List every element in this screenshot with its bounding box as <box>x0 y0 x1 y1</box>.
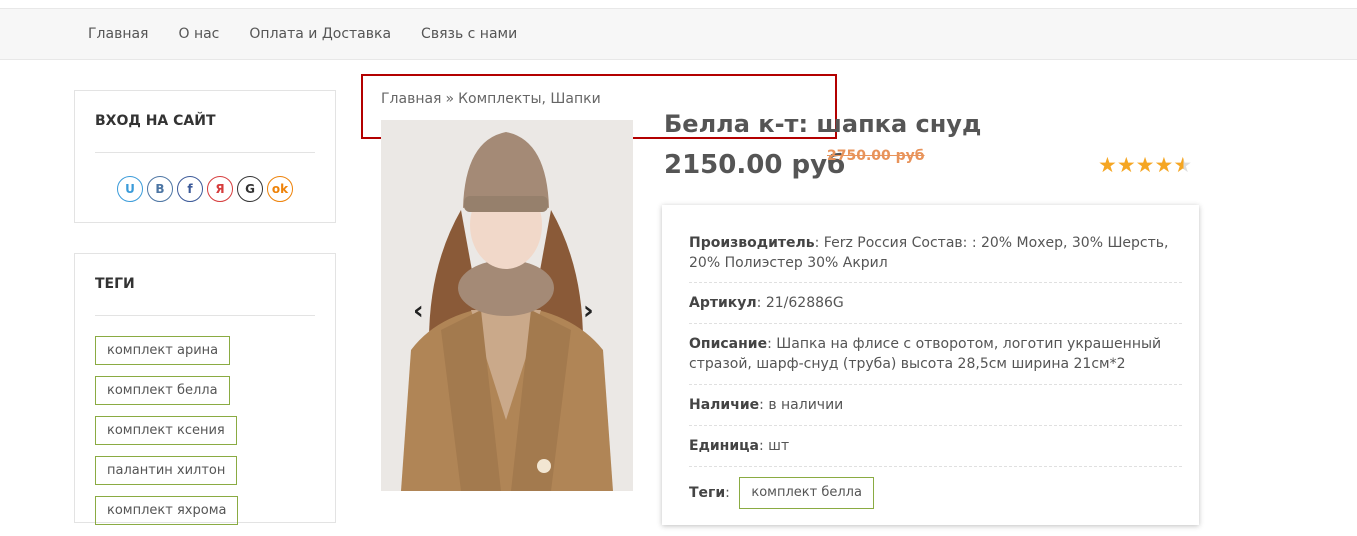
nav-contact[interactable]: Связь с нами <box>421 26 517 42</box>
top-navigation: Главная О нас Оплата и Доставка Связь с … <box>0 8 1357 60</box>
social-u-icon[interactable]: U <box>117 176 143 202</box>
detail-tags: Теги: комплект белла <box>689 477 1182 509</box>
detail-value: в наличии <box>768 397 844 413</box>
detail-availability: Наличие: в наличии <box>689 397 844 413</box>
google-icon[interactable]: G <box>237 176 263 202</box>
tag-link[interactable]: комплект яхрома <box>95 496 239 525</box>
login-title: ВХОД НА САЙТ <box>95 113 216 129</box>
divider <box>689 466 1182 467</box>
divider <box>689 425 1182 426</box>
next-image-icon[interactable]: › <box>583 296 594 326</box>
tags-title: ТЕГИ <box>95 276 135 292</box>
detail-article: Артикул: 21/62886G <box>689 295 844 311</box>
tag-list: комплект арина комплект белла комплект к… <box>75 316 335 536</box>
social-login-buttons: U B f Я G ok <box>75 153 335 202</box>
nav-about[interactable]: О нас <box>178 26 219 42</box>
yandex-icon[interactable]: Я <box>207 176 233 202</box>
tag-link[interactable]: комплект арина <box>95 336 231 365</box>
tag-link[interactable]: комплект белла <box>739 477 874 509</box>
star-icon: ★ <box>1154 153 1174 177</box>
star-icon: ★ <box>1135 153 1155 177</box>
product-details: Производитель: Ferz Россия Состав: : 20%… <box>662 205 1199 525</box>
tags-widget: ТЕГИ комплект арина комплект белла компл… <box>74 253 336 525</box>
tag-link[interactable]: комплект ксения <box>95 416 237 445</box>
detail-unit: Единица: шт <box>689 438 790 454</box>
detail-description: Описание: Шапка на флисе с отворотом, ло… <box>689 336 1162 372</box>
detail-value: шт <box>768 438 790 454</box>
divider <box>689 323 1182 324</box>
login-widget: ВХОД НА САЙТ U B f Я G ok <box>74 90 336 223</box>
half-star-icon: ★ <box>1173 153 1193 177</box>
detail-label: Артикул <box>689 295 757 311</box>
nav-menu: Главная О нас Оплата и Доставка Связь с … <box>88 9 547 59</box>
nav-home[interactable]: Главная <box>88 26 148 42</box>
detail-manufacturer: Производитель: Ferz Россия Состав: : 20%… <box>689 235 1169 271</box>
prev-image-icon[interactable]: ‹ <box>413 296 424 326</box>
detail-value: 21/62886G <box>765 295 844 311</box>
detail-label: Единица <box>689 438 759 454</box>
tag-link[interactable]: комплект белла <box>95 376 230 405</box>
rating-stars: ★ ★ ★ ★ ★ <box>1098 154 1192 176</box>
facebook-icon[interactable]: f <box>177 176 203 202</box>
detail-label: Наличие <box>689 397 760 413</box>
divider <box>689 282 1182 283</box>
tag-link[interactable]: палантин хилтон <box>95 456 238 485</box>
detail-label: Производитель <box>689 235 815 251</box>
product-price: 2150.00 руб <box>664 150 846 180</box>
product-image[interactable]: ‹ › <box>381 120 633 491</box>
star-icon: ★ <box>1116 153 1136 177</box>
product-old-price: 2750.00 руб <box>827 148 925 164</box>
detail-label: Теги <box>689 485 726 501</box>
odnoklassniki-icon[interactable]: ok <box>267 176 293 202</box>
nav-payment-delivery[interactable]: Оплата и Доставка <box>249 26 391 42</box>
divider <box>689 384 1182 385</box>
product-title: Белла к-т: шапка снуд <box>664 110 982 138</box>
vk-icon[interactable]: B <box>147 176 173 202</box>
detail-label: Описание <box>689 336 768 352</box>
star-icon: ★ <box>1098 153 1117 177</box>
